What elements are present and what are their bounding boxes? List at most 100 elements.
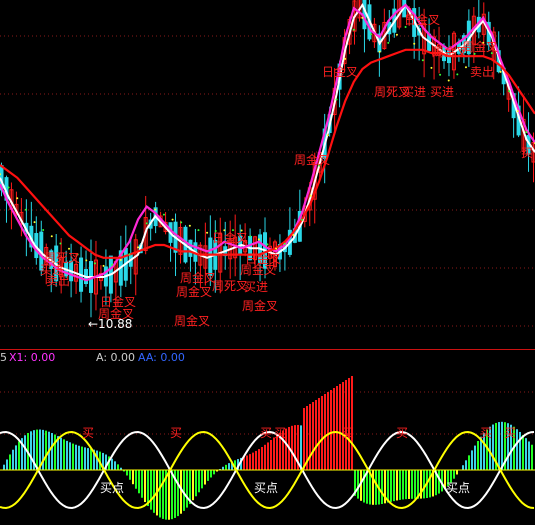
signal-annotation: 周金叉 (294, 152, 330, 167)
ma-dot (111, 263, 114, 266)
indicator-bar (270, 439, 272, 470)
signal-annotation: 日金叉 (322, 64, 358, 79)
indicator-bar (69, 442, 71, 470)
indicator-bar (66, 440, 68, 470)
ma-dot (387, 41, 390, 44)
indicator-bar (75, 444, 77, 470)
signal-annotation: 日金叉 (212, 230, 248, 245)
indicator-bar (429, 470, 431, 498)
ma-dot (50, 235, 53, 238)
ma-dot (309, 194, 312, 197)
ma-dot (464, 66, 467, 69)
indicator-bar (111, 458, 113, 470)
ma-dot (128, 253, 131, 256)
signal-annotation: 买 (521, 146, 533, 160)
stock-chart[interactable]: 日金叉周金叉周死叉买进卖出日金叉周金叉周金叉周金叉周死叉买进日金叉周金叉日金叉周… (0, 0, 535, 525)
ma-dot (344, 57, 347, 60)
indicator-bar (117, 464, 119, 470)
indicator-bar (264, 444, 266, 470)
ma-dot (525, 131, 528, 134)
signal-label: 买点 (446, 481, 470, 495)
indicator-bar (333, 388, 335, 470)
signal-annotation: 买进 (430, 85, 454, 99)
indicator-bar (162, 470, 164, 519)
indicator-bar (345, 380, 347, 470)
indicator-bar (492, 424, 494, 470)
ma-dot (154, 208, 157, 211)
ma-dot (85, 259, 88, 262)
indicator-bar (30, 431, 32, 470)
indicator-bar (147, 470, 149, 507)
indicator-bar (36, 429, 38, 470)
indicator-bar (150, 470, 152, 510)
ma-dot (301, 218, 304, 221)
indicator-bar (474, 445, 476, 470)
indicator-prefix: 5 (0, 351, 7, 364)
signal-annotation: 卖出 (470, 65, 494, 79)
indicator-bar (135, 470, 137, 489)
indicator-bar (339, 384, 341, 470)
indicator-bar (522, 435, 524, 470)
ma-dot (516, 110, 519, 113)
ma-dot (361, 16, 364, 19)
signal-annotation: 周金叉 (462, 39, 498, 54)
indicator-bar (300, 425, 302, 470)
indicator-bar (291, 425, 293, 470)
indicator-bar (18, 441, 20, 470)
ma-dot (206, 231, 209, 234)
ma-dot (335, 98, 338, 101)
ma-dot (283, 242, 286, 245)
indicator-bar (303, 408, 305, 470)
indicator-bar (90, 448, 92, 470)
ma-dot (93, 262, 96, 265)
ma-dot (275, 247, 278, 250)
ma-dot (499, 70, 502, 73)
indicator-bar (129, 470, 131, 480)
indicator-bar (63, 439, 65, 470)
ma-dot (439, 73, 442, 76)
ma-dot (197, 229, 200, 232)
indicator-bar (381, 470, 383, 505)
ma-dot (188, 224, 191, 227)
indicator-bars (0, 376, 535, 520)
indicator-bar (153, 470, 155, 513)
indicator-bar (225, 464, 227, 470)
ma-dot (249, 235, 252, 238)
indicator-bar (249, 454, 251, 470)
indicator-bar (468, 455, 470, 470)
indicator-bar (390, 470, 392, 502)
indicator-bar (78, 445, 80, 470)
ma-dot (370, 33, 373, 36)
indicator-bar (12, 449, 14, 470)
aa-label: AA: 0.00 (138, 351, 185, 364)
indicator-bar (465, 460, 467, 470)
indicator-bar (315, 400, 317, 470)
indicator-bar (171, 470, 173, 520)
ma-dot (180, 221, 183, 224)
indicator-bar (267, 442, 269, 470)
ma-dot (162, 213, 165, 216)
indicator-bar (258, 449, 260, 470)
indicator-bar (24, 435, 26, 470)
signal-annotation: 周金叉 (242, 298, 278, 313)
indicator-bar (309, 404, 311, 470)
signal-annotation: 周金叉 (180, 270, 216, 285)
signal-label: 买 (260, 426, 272, 440)
signal-annotation: 日金叉 (404, 12, 440, 27)
ma-dot (102, 264, 105, 267)
ma-dot (395, 33, 398, 36)
indicator-bar (411, 470, 413, 499)
ma-dot (16, 197, 19, 200)
ma-dot (137, 246, 140, 249)
indicator-bar (213, 470, 215, 475)
indicator-bar (324, 394, 326, 470)
indicator-bar (9, 454, 11, 470)
ma-dot (7, 186, 10, 189)
a-label: A: 0.00 (96, 351, 135, 364)
indicator-bar (405, 470, 407, 500)
indicator-bar (180, 470, 182, 514)
indicator-bar (138, 470, 140, 494)
indicator-bar (396, 470, 398, 501)
signal-label: 买 (504, 426, 516, 440)
indicator-bar (144, 470, 146, 503)
